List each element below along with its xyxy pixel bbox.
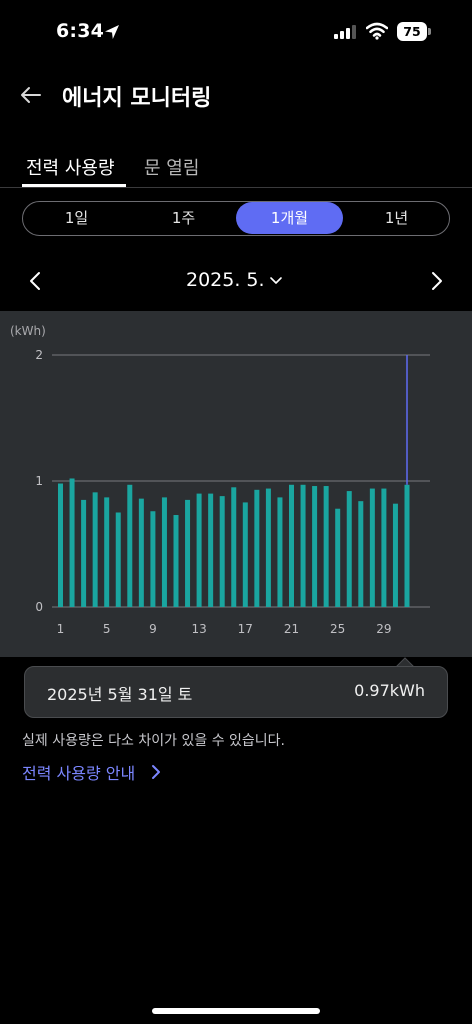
bar-day-26[interactable] (346, 491, 352, 607)
location-arrow-icon (105, 25, 119, 39)
period-option-year[interactable]: 1년 (343, 202, 450, 234)
back-arrow-icon[interactable] (18, 82, 44, 108)
tooltip-value: 0.97kWh (354, 681, 425, 700)
period-option-month[interactable]: 1개월 (236, 202, 343, 234)
battery-level: 75 (403, 24, 421, 39)
active-tab-indicator (22, 184, 126, 187)
y-unit-label: (kWh) (10, 324, 46, 338)
bar-day-29[interactable] (381, 488, 387, 607)
cellular-signal-icon (334, 25, 356, 39)
bar-day-10[interactable] (161, 497, 167, 607)
bar-day-28[interactable] (369, 488, 375, 607)
bar-day-21[interactable] (289, 484, 294, 607)
x-tick-label: 13 (191, 622, 206, 636)
bar-day-17[interactable] (242, 502, 248, 607)
bar-day-8[interactable] (138, 498, 144, 607)
chevron-right-icon[interactable] (150, 763, 162, 781)
status-bar: 6:34 75 (0, 0, 472, 62)
y-tick-label: 1 (35, 474, 43, 488)
bar-day-13[interactable] (196, 493, 202, 607)
power-usage-guide-link[interactable]: 전력 사용량 안내 (22, 760, 135, 784)
tooltip-date: 2025년 5월 31일 토 (47, 685, 193, 704)
bar-day-5[interactable] (104, 497, 110, 607)
disclaimer-text: 실제 사용량은 다소 차이가 있을 수 있습니다. (22, 733, 285, 749)
period-option-week[interactable]: 1주 (130, 202, 237, 234)
bar-day-9[interactable] (150, 511, 156, 607)
bar-day-27[interactable] (358, 501, 364, 607)
x-tick-label: 9 (149, 622, 157, 636)
x-tick-label: 25 (330, 622, 345, 636)
bar-day-14[interactable] (208, 493, 214, 607)
usage-bar-chart[interactable]: (kWh) 0121 5 9 13 17 21 25 29 (0, 311, 472, 657)
page-title: 에너지 모니터링 (62, 86, 212, 111)
tab-power-usage[interactable]: 전력 사용량 (26, 154, 115, 180)
y-tick-label: 0 (35, 600, 43, 614)
tab-door-open[interactable]: 문 열림 (144, 154, 199, 180)
bar-day-18[interactable] (254, 489, 260, 607)
x-tick-label: 5 (103, 622, 111, 636)
x-tick-label: 1 (57, 622, 65, 636)
app-header: 에너지 모니터링 (0, 70, 472, 122)
month-navigation: 2025. 5. (0, 262, 472, 302)
status-time: 6:34 (56, 20, 105, 42)
bar-day-3[interactable] (81, 499, 87, 607)
bar-day-23[interactable] (312, 486, 318, 607)
x-tick-label: 29 (376, 622, 391, 636)
bar-day-6[interactable] (115, 512, 121, 608)
bar-day-20[interactable] (277, 497, 283, 607)
bar-day-19[interactable] (265, 488, 271, 607)
x-tick-label: 21 (284, 622, 299, 636)
bar-day-25[interactable] (335, 508, 341, 607)
chevron-right-icon[interactable] (426, 270, 446, 292)
bar-day-30[interactable] (392, 503, 398, 607)
bar-day-12[interactable] (185, 499, 191, 607)
selected-day-tooltip: 2025년 5월 31일 토 0.97kWh (24, 666, 448, 718)
period-selector: 1일 1주 1개월 1년 (22, 201, 450, 236)
bar-day-1[interactable] (58, 483, 63, 607)
tab-bar: 전력 사용량 문 열림 (0, 150, 472, 188)
bar-day-31[interactable] (404, 484, 410, 607)
bar-day-15[interactable] (219, 496, 225, 607)
bar-day-2[interactable] (69, 478, 75, 607)
usage-chart: (kWh) 0 1 2 1 5 9 13 17 21 25 29 (0, 311, 472, 657)
month-label[interactable]: 2025. 5. (186, 269, 265, 291)
battery-icon: 75 (397, 22, 431, 41)
x-tick-label: 17 (238, 622, 253, 636)
chevron-left-icon[interactable] (26, 270, 46, 292)
bar-day-11[interactable] (173, 515, 179, 607)
bar-day-22[interactable] (300, 484, 306, 607)
bar-day-4[interactable] (92, 492, 98, 607)
wifi-icon (366, 22, 388, 40)
chevron-down-icon[interactable] (268, 274, 284, 288)
bar-day-7[interactable] (127, 484, 133, 607)
bar-day-24[interactable] (323, 486, 329, 607)
period-option-day[interactable]: 1일 (23, 202, 130, 234)
home-indicator (152, 1008, 320, 1014)
bar-day-16[interactable] (231, 487, 237, 607)
y-tick-label: 2 (35, 348, 43, 362)
